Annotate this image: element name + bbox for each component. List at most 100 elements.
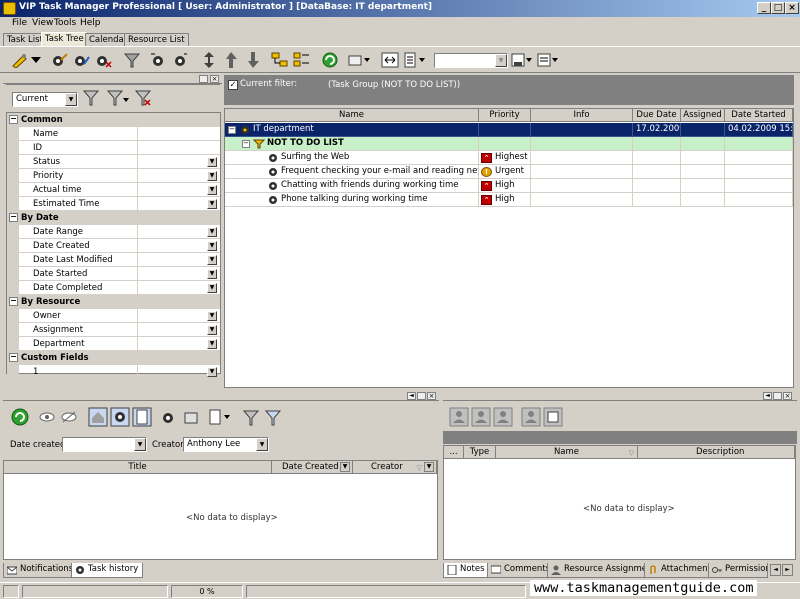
view-hidden-icon[interactable] [60, 409, 78, 428]
toolbar-combo[interactable]: ▼ [434, 53, 508, 68]
close-button[interactable]: × [785, 2, 799, 14]
pin-icon[interactable] [199, 75, 208, 83]
menu-help[interactable]: Help [80, 18, 101, 28]
chevron-down-icon[interactable]: ▼ [207, 283, 217, 293]
column-header-title[interactable]: Title [4, 461, 272, 474]
close-icon[interactable]: × [427, 392, 436, 400]
task-row[interactable]: Chatting with friends during working tim… [225, 179, 793, 193]
chevron-down-icon[interactable]: ▼ [207, 241, 217, 251]
remove-resource-icon[interactable] [521, 407, 541, 430]
share-icon[interactable] [182, 409, 200, 428]
column-header-description[interactable]: Description [638, 446, 795, 459]
chevron-down-icon[interactable] [30, 51, 42, 69]
chevron-down-icon[interactable]: ▼ [207, 269, 217, 279]
tab-notifications[interactable]: Notifications [3, 563, 79, 578]
new-task-icon[interactable] [10, 51, 30, 69]
filter-icon[interactable]: ▽ [629, 447, 634, 458]
column-header-type[interactable]: Type [464, 446, 496, 459]
filter-row[interactable]: Department ▼ [7, 337, 220, 351]
filter-row[interactable]: Date Range ▼ [7, 225, 220, 239]
chevron-down-icon[interactable]: ▼ [207, 255, 217, 265]
column-header-name[interactable]: Name [225, 109, 479, 122]
current-filter-checkbox[interactable]: ✓ [228, 80, 238, 90]
column-header-creator[interactable]: Creator ▽ ▼ [353, 461, 437, 474]
column-header-info[interactable]: Info [531, 109, 633, 122]
move-down-icon[interactable] [243, 51, 263, 69]
outline-icon[interactable] [292, 51, 312, 69]
column-header-ellipsis[interactable]: ... [444, 446, 464, 459]
filter-icon[interactable] [242, 409, 260, 430]
filter-section-common[interactable]: − Common [7, 113, 220, 127]
chevron-down-icon[interactable]: ▼ [340, 462, 350, 472]
edit-task-icon[interactable] [50, 51, 70, 69]
save-resource-icon[interactable] [543, 407, 563, 430]
menu-file[interactable]: File [12, 18, 27, 28]
view-icon[interactable] [38, 409, 56, 428]
column-header-due-date[interactable]: Due Date [633, 109, 681, 122]
collapse-icon[interactable] [170, 51, 190, 69]
menu-view[interactable]: View [32, 18, 53, 28]
filter-row[interactable]: Date Completed ▼ [7, 281, 220, 295]
filter-row[interactable]: Owner ▼ [7, 309, 220, 323]
task-row[interactable]: Phone talking during working time ⌃ High [225, 193, 793, 207]
chevron-down-icon[interactable]: ▼ [256, 438, 268, 451]
column-header-assigned[interactable]: Assigned [681, 109, 725, 122]
apply-filter-icon[interactable] [82, 89, 100, 107]
maximize-button[interactable]: □ [771, 2, 785, 14]
move-updown-icon[interactable] [199, 51, 219, 69]
refresh-icon[interactable] [10, 407, 30, 430]
chevron-down-icon[interactable]: ▼ [207, 311, 217, 321]
move-up-icon[interactable] [221, 51, 241, 69]
tab-scroll-left-icon[interactable]: ◄ [770, 564, 781, 576]
chevron-down-icon[interactable]: ▼ [65, 93, 77, 106]
add-resource-icon[interactable] [449, 407, 469, 430]
filter-row[interactable]: Estimated Time ▼ [7, 197, 220, 211]
collapse-icon[interactable]: − [9, 353, 18, 362]
chevron-down-icon[interactable]: ▼ [207, 339, 217, 349]
filter-row[interactable]: Status ▼ [7, 155, 220, 169]
column-header-date-created[interactable]: Date Created ▼ [272, 461, 353, 474]
chevron-down-icon[interactable]: ▼ [424, 462, 434, 472]
chevron-down-icon[interactable]: ▼ [207, 325, 217, 335]
assign-resource-icon[interactable] [493, 407, 513, 430]
task-properties-icon[interactable] [72, 51, 92, 69]
chevron-down-icon[interactable]: ▼ [134, 438, 146, 451]
filter-row[interactable]: Priority ▼ [7, 169, 220, 183]
chevron-down-icon[interactable]: ▼ [207, 157, 217, 167]
chevron-left-icon[interactable]: ◄ [407, 392, 416, 400]
filter-icon[interactable]: ▽ [417, 462, 422, 473]
task-row[interactable]: Frequent checking your e-mail and readin… [225, 165, 793, 179]
collapse-icon[interactable]: − [9, 213, 18, 222]
tab-scroll-right-icon[interactable]: ► [782, 564, 793, 576]
task-row[interactable]: Surfing the Web ⌃ Highest [225, 151, 793, 165]
menu-tools[interactable]: Tools [54, 18, 76, 28]
tab-permissions[interactable]: Permissions [708, 563, 768, 578]
project-row[interactable]: − IT department 17.02.2009 04.02.2009 15:28 [225, 123, 793, 137]
delete-task-icon[interactable] [94, 51, 114, 69]
tab-task-history[interactable]: Task history [71, 563, 144, 578]
filter-preset-select[interactable]: Current ▼ [12, 92, 78, 107]
home-icon[interactable] [88, 407, 108, 430]
creator-select[interactable]: Anthony Lee ▼ [183, 437, 269, 452]
chevron-down-icon[interactable]: ▼ [207, 227, 217, 237]
filter-row[interactable]: ID [7, 141, 220, 155]
task-view-icon[interactable] [110, 407, 130, 430]
chevron-down-icon[interactable]: ▼ [495, 54, 507, 67]
clear-filter-icon[interactable] [134, 89, 152, 107]
chevron-down-icon[interactable]: ▼ [207, 185, 217, 195]
pin-icon[interactable] [773, 392, 782, 400]
chevron-down-icon[interactable]: ▼ [207, 367, 217, 377]
filter-row[interactable]: Actual time ▼ [7, 183, 220, 197]
save-layout-icon[interactable] [511, 51, 533, 69]
columns-icon[interactable] [402, 51, 428, 69]
filter-icon[interactable] [122, 51, 142, 69]
collapse-icon[interactable]: − [9, 297, 18, 306]
tree-structure-icon[interactable] [270, 51, 290, 69]
pin-icon[interactable] [417, 392, 426, 400]
collapse-icon[interactable]: − [242, 140, 250, 148]
collapse-icon[interactable]: − [228, 126, 236, 134]
column-header-date-started[interactable]: Date Started [725, 109, 793, 122]
filter-section-by-resource[interactable]: − By Resource [7, 295, 220, 309]
refresh-icon[interactable] [320, 51, 340, 69]
column-header-priority[interactable]: Priority [479, 109, 531, 122]
